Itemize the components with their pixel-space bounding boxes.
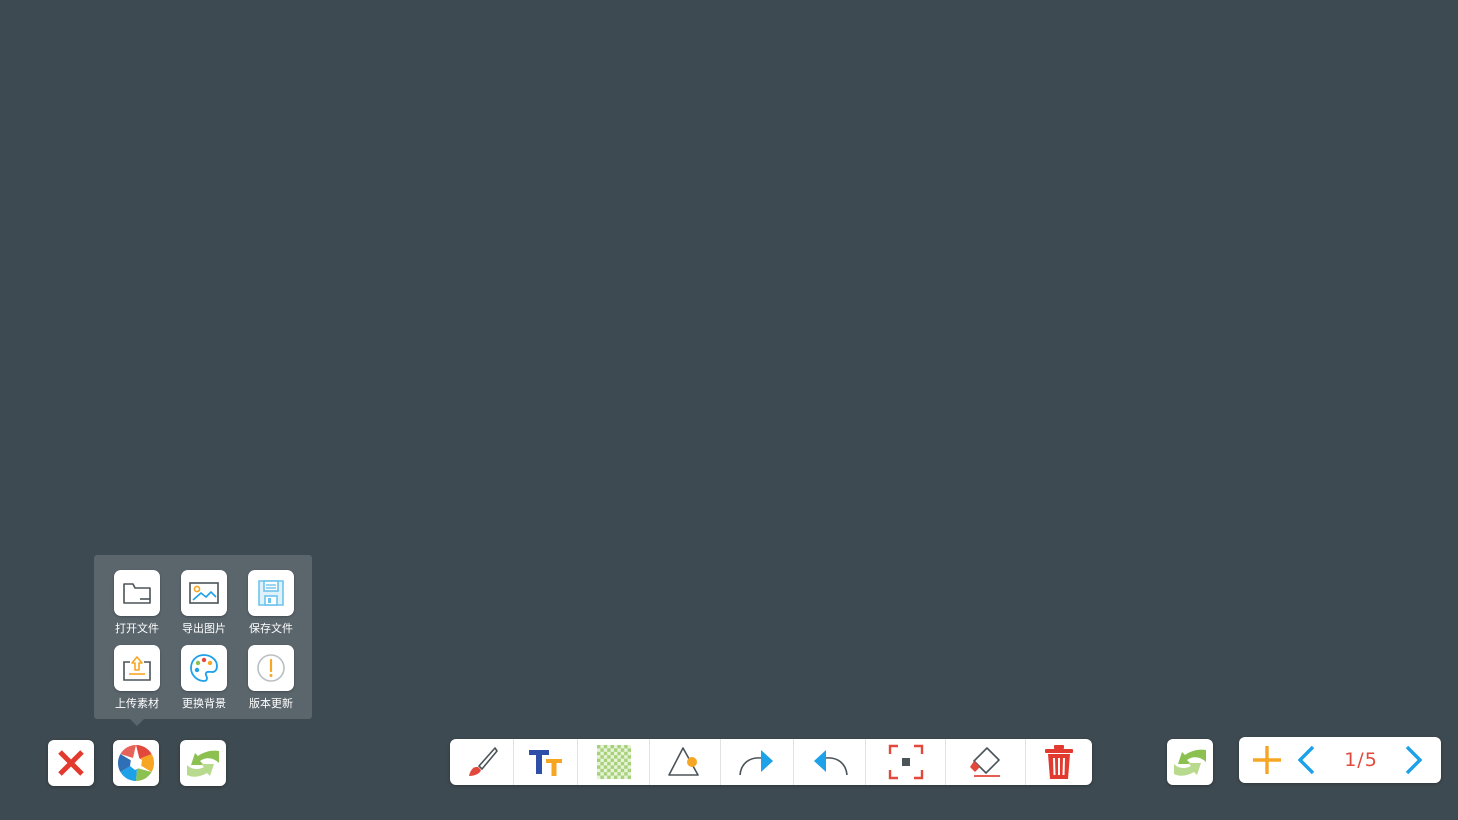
export-image-button[interactable]: 导出图片: [174, 570, 234, 636]
redo-arrow-icon: [739, 750, 773, 776]
menu-button[interactable]: [113, 740, 159, 786]
file-menu-popup: 打开文件 导出图片 保存文件 上传素材 更换背景 版本更新: [94, 555, 312, 726]
triangle-shape-icon: [668, 747, 699, 776]
page-navigator: 1/5: [1239, 737, 1441, 783]
open-file-label: 打开文件: [115, 622, 159, 635]
export-image-label: 导出图片: [182, 622, 226, 635]
save-file-label: 保存文件: [249, 622, 293, 635]
image-icon: [181, 570, 227, 616]
sync-button[interactable]: [180, 740, 226, 786]
page-indicator: 1/5: [1344, 749, 1378, 771]
redo-button[interactable]: [721, 739, 794, 785]
prev-page-icon: [1297, 745, 1315, 775]
shape-tool-button[interactable]: [650, 739, 721, 785]
add-page-button[interactable]: [1249, 737, 1285, 783]
floppy-disk-icon: [248, 570, 294, 616]
brush-tool-button[interactable]: [450, 739, 514, 785]
prev-page-button[interactable]: [1291, 737, 1321, 783]
trash-icon: [1045, 745, 1073, 779]
info-circle-icon: [248, 645, 294, 691]
eraser-tool-button[interactable]: [946, 739, 1026, 785]
eraser-icon: [969, 747, 1000, 777]
open-file-button[interactable]: 打开文件: [107, 570, 167, 636]
change-background-label: 更换背景: [182, 697, 226, 710]
version-update-label: 版本更新: [249, 697, 293, 710]
palette-icon: [181, 645, 227, 691]
swap-arrows-icon: [187, 750, 219, 777]
select-tool-button[interactable]: [866, 739, 946, 785]
close-button[interactable]: [48, 740, 94, 786]
upload-icon: [114, 645, 160, 691]
delete-tool-button[interactable]: [1026, 739, 1092, 785]
next-page-icon: [1405, 745, 1423, 775]
selection-frame-icon: [888, 744, 923, 780]
swap-arrows-icon: [1174, 749, 1206, 776]
drawing-toolbar: [450, 739, 1092, 785]
folder-icon: [114, 570, 160, 616]
aperture-menu-icon: [117, 745, 155, 781]
page-sync-button[interactable]: [1167, 739, 1213, 785]
text-tool-button[interactable]: [514, 739, 578, 785]
version-update-button[interactable]: 版本更新: [241, 645, 301, 711]
save-file-button[interactable]: 保存文件: [241, 570, 301, 636]
upload-material-button[interactable]: 上传素材: [107, 645, 167, 711]
undo-arrow-icon: [813, 750, 848, 776]
mosaic-grid-icon: [596, 745, 631, 779]
change-background-button[interactable]: 更换背景: [174, 645, 234, 711]
text-size-icon: [528, 750, 562, 776]
close-x-icon: [58, 750, 84, 776]
mosaic-tool-button[interactable]: [578, 739, 650, 785]
upload-material-label: 上传素材: [115, 697, 159, 710]
next-page-button[interactable]: [1399, 737, 1429, 783]
brush-icon: [468, 747, 498, 776]
add-page-icon: [1253, 746, 1281, 774]
undo-button[interactable]: [794, 739, 866, 785]
page-indicator-wrap: 1/5: [1331, 737, 1391, 783]
